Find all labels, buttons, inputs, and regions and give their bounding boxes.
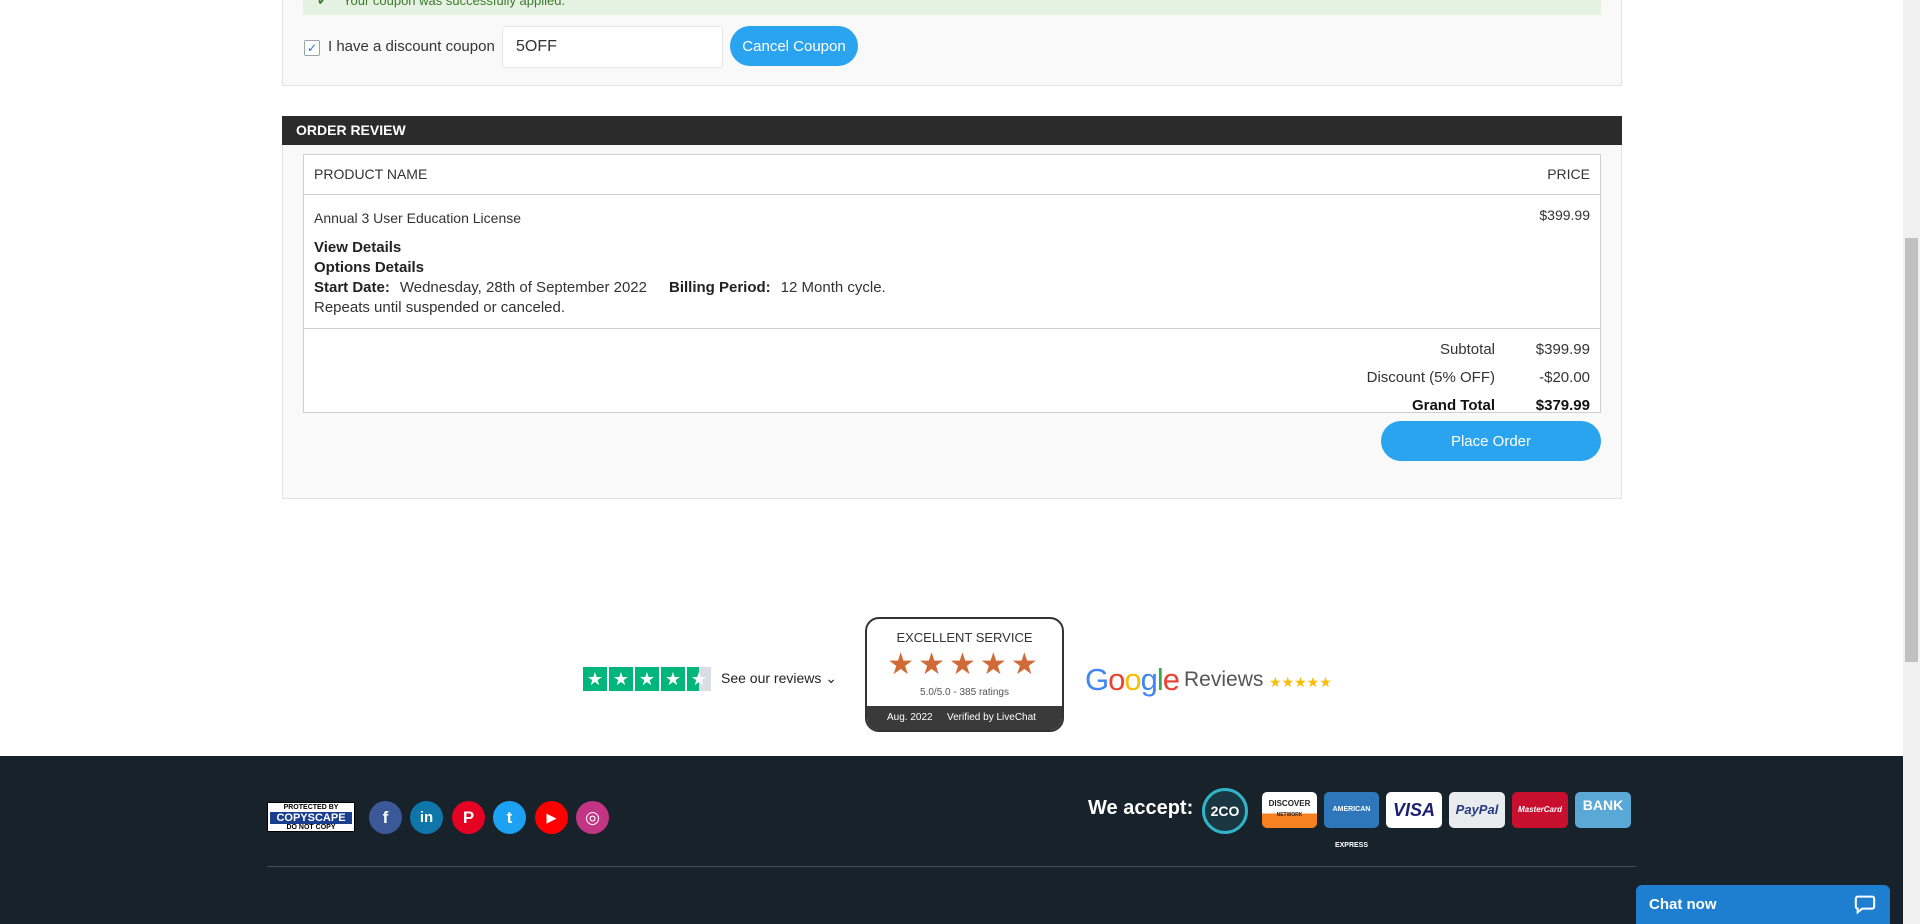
trustpilot-star-icon: ★ xyxy=(609,667,633,691)
livechat-stars-icon: ★★★★★ xyxy=(887,648,1042,681)
see-our-reviews-link[interactable]: See our reviews ⌄ xyxy=(721,670,837,687)
page-scrollbar[interactable] xyxy=(1903,0,1920,924)
livechat-date: Aug. 2022 xyxy=(887,712,933,723)
column-product-name: PRODUCT NAME xyxy=(314,166,428,182)
livechat-footer: Aug. 2022 Verified by LiveChat xyxy=(867,706,1062,730)
place-order-button[interactable]: Place Order xyxy=(1381,421,1601,461)
livechat-badge[interactable]: EXCELLENT SERVICE ★★★★★ 5.0/5.0 - 385 ra… xyxy=(865,617,1064,732)
copyscape-line3: DO NOT COPY xyxy=(286,824,336,831)
visa-card-icon: VISA xyxy=(1386,792,1442,828)
amex-card-icon: AMERICAN EXPRESS xyxy=(1324,792,1379,849)
footer-divider xyxy=(267,866,1636,867)
trustpilot-stars[interactable]: ★ ★ ★ ★ ★ xyxy=(583,667,711,691)
coupon-code-input[interactable] xyxy=(502,26,723,68)
chat-bubble-icon xyxy=(1854,895,1876,915)
grand-total-label: Grand Total xyxy=(1411,397,1495,414)
trustpilot-star-icon: ★ xyxy=(661,667,685,691)
livechat-title: EXCELLENT SERVICE xyxy=(896,630,1033,645)
order-review-title: ORDER REVIEW xyxy=(282,116,1622,145)
google-reviews-label: Reviews xyxy=(1184,668,1264,691)
success-text: Your coupon was successfully applied. xyxy=(343,0,566,8)
view-details-link[interactable]: View Details xyxy=(314,239,401,256)
options-details-heading: Options Details xyxy=(314,259,425,276)
livechat-verified: Verified by LiveChat xyxy=(947,712,1036,723)
chat-now-label: Chat now xyxy=(1649,896,1717,913)
discount-label: Discount (5% OFF) xyxy=(1366,369,1495,386)
google-stars-icon: ★★★★★ xyxy=(1269,674,1332,690)
product-price: $399.99 xyxy=(1539,207,1590,223)
subtotal-value: $399.99 xyxy=(1535,341,1590,358)
discover-text: DISCOVER xyxy=(1268,799,1311,808)
youtube-icon[interactable]: ▶ xyxy=(535,801,568,834)
see-our-reviews-text: See our reviews xyxy=(721,670,822,686)
copyscape-badge[interactable]: PROTECTED BY COPYSCAPE DO NOT COPY xyxy=(267,802,355,832)
billing-period-label: Billing Period: xyxy=(668,279,771,296)
scrollbar-thumb[interactable] xyxy=(1905,238,1918,662)
chevron-down-icon: ⌄ xyxy=(825,670,838,686)
linkedin-icon[interactable]: in xyxy=(410,801,443,834)
grand-total-value: $379.99 xyxy=(1535,397,1590,414)
cancel-coupon-button[interactable]: Cancel Coupon xyxy=(730,26,858,66)
instagram-icon[interactable]: ◎ xyxy=(576,801,609,834)
repeats-note: Repeats until suspended or canceled. xyxy=(314,299,566,316)
totals-divider xyxy=(304,328,1600,329)
column-price: PRICE xyxy=(1547,166,1590,182)
chat-now-widget[interactable]: Chat now xyxy=(1636,885,1890,924)
order-table-header: PRODUCT NAME PRICE xyxy=(304,155,1600,195)
pinterest-icon[interactable]: P xyxy=(452,801,485,834)
site-footer xyxy=(0,756,1903,924)
trustpilot-star-icon: ★ xyxy=(635,667,659,691)
mastercard-icon: MasterCard xyxy=(1512,792,1568,828)
discount-value: -$20.00 xyxy=(1539,369,1590,386)
product-name: Annual 3 User Education License xyxy=(314,210,522,226)
start-date-label: Start Date: xyxy=(314,279,390,296)
discount-coupon-checkbox[interactable]: ✓ xyxy=(304,40,320,56)
trustpilot-star-icon: ★ xyxy=(583,667,607,691)
google-logo[interactable]: Google xyxy=(1085,662,1180,698)
discover-sub: NETWORK xyxy=(1276,812,1303,818)
start-date-value: Wednesday, 28th of September 2022 xyxy=(399,279,647,296)
subscription-details: Start Date: Wednesday, 28th of September … xyxy=(314,279,886,296)
discount-coupon-label: I have a discount coupon xyxy=(328,38,495,55)
copyscape-line1: PROTECTED BY xyxy=(283,804,339,811)
billing-period-value: 12 Month cycle. xyxy=(780,279,886,296)
success-check-icon: ✔ xyxy=(317,0,328,8)
livechat-rating: 5.0/5.0 - 385 ratings xyxy=(920,687,1009,698)
subtotal-label: Subtotal xyxy=(1439,341,1495,358)
discover-card-icon: DISCOVER NETWORK xyxy=(1262,792,1317,828)
coupon-success-message: ✔ Your coupon was successfully applied. xyxy=(303,0,1601,15)
paypal-icon: PayPal xyxy=(1449,792,1505,828)
trustpilot-half-star-icon: ★ xyxy=(687,667,711,691)
twocheckout-icon: 2CO xyxy=(1202,788,1248,834)
we-accept-label: We accept: xyxy=(1088,797,1194,819)
twitter-icon[interactable]: t xyxy=(493,801,526,834)
facebook-icon[interactable]: f xyxy=(369,801,402,834)
order-table: PRODUCT NAME PRICE Annual 3 User Educati… xyxy=(303,154,1601,414)
copyscape-line2: COPYSCAPE xyxy=(270,812,352,824)
bank-transfer-icon: BANK xyxy=(1575,792,1631,828)
